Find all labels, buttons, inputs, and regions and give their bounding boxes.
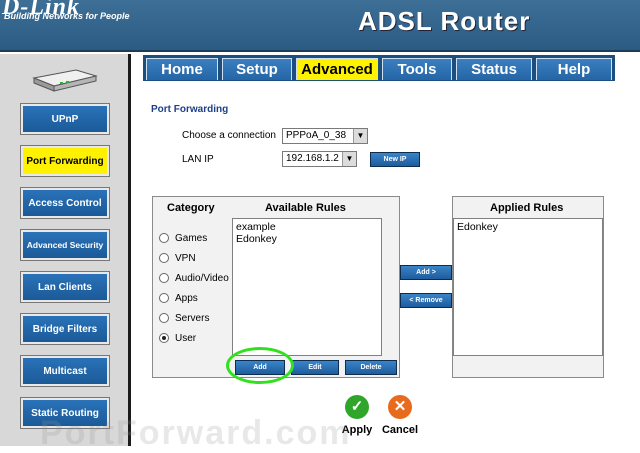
section-title: Port Forwarding (151, 104, 229, 115)
applied-rules-list[interactable]: Edonkey (453, 218, 603, 356)
tab-home[interactable]: Home (146, 58, 218, 80)
edit-rule-button[interactable]: Edit (291, 360, 339, 375)
chevron-down-icon: ▼ (353, 129, 367, 143)
watermark: PortForward.com (40, 414, 352, 452)
tab-status[interactable]: Status (456, 58, 532, 80)
tab-tools[interactable]: Tools (382, 58, 452, 80)
tab-setup[interactable]: Setup (222, 58, 292, 80)
sidebar-item-upnp[interactable]: UPnP (20, 103, 110, 135)
category-label: VPN (175, 252, 196, 264)
available-rules-header: Available Rules (265, 202, 346, 214)
delete-rule-button[interactable]: Delete (345, 360, 397, 375)
tab-advanced[interactable]: Advanced (296, 58, 378, 80)
sidebar-item-port-forwarding[interactable]: Port Forwarding (20, 145, 110, 177)
lan-ip-select[interactable]: 192.168.1.2 ▼ (282, 151, 357, 167)
lan-ip-select-value: 192.168.1.2 (286, 153, 339, 164)
sidebar-item-advanced-security[interactable]: Advanced Security (20, 229, 110, 261)
category-label: Apps (175, 292, 198, 304)
available-rules-list[interactable]: example Edonkey (232, 218, 382, 356)
tab-help[interactable]: Help (536, 58, 612, 80)
highlight-ring (226, 347, 294, 384)
category-header: Category (167, 202, 215, 214)
connection-select-value: PPPoA_0_38 (286, 130, 347, 141)
category-apps[interactable]: Apps (159, 291, 198, 305)
connection-label: Choose a connection (182, 130, 276, 141)
cancel-label: Cancel (381, 424, 419, 436)
chevron-down-icon: ▼ (342, 152, 356, 166)
connection-select[interactable]: PPPoA_0_38 ▼ (282, 128, 368, 144)
remove-from-applied-button[interactable]: < Remove (400, 293, 452, 308)
sidebar-item-bridge-filters[interactable]: Bridge Filters (20, 313, 110, 345)
add-to-applied-button[interactable]: Add > (400, 265, 452, 280)
header-bar: D-Link Building Networks for People ADSL… (0, 0, 640, 52)
category-label: Audio/Video (175, 272, 229, 284)
cancel-button[interactable]: ✕ Cancel (380, 395, 420, 436)
sidebar-divider (128, 54, 131, 446)
brand-tagline: Building Networks for People (4, 11, 130, 21)
page-title: ADSL Router (358, 6, 531, 36)
radio-button[interactable] (159, 273, 169, 283)
sidebar: UPnP Port Forwarding Access Control Adva… (0, 54, 128, 446)
list-item[interactable]: Edonkey (236, 233, 378, 245)
category-servers[interactable]: Servers (159, 311, 209, 325)
list-item[interactable]: example (236, 221, 378, 233)
radio-button-selected[interactable] (159, 333, 169, 343)
radio-button[interactable] (159, 313, 169, 323)
top-tab-bar: Home Setup Advanced Tools Status Help (143, 55, 615, 81)
category-label: Games (175, 232, 208, 244)
cancel-x-icon: ✕ (388, 395, 412, 419)
category-vpn[interactable]: VPN (159, 251, 196, 265)
sidebar-item-multicast[interactable]: Multicast (20, 355, 110, 387)
router-device-icon (32, 69, 98, 92)
radio-button[interactable] (159, 253, 169, 263)
category-label: User (175, 332, 197, 344)
new-ip-button[interactable]: New IP (370, 152, 420, 167)
lan-ip-label: LAN IP (182, 154, 214, 165)
category-user[interactable]: User (159, 331, 196, 345)
category-audio-video[interactable]: Audio/Video (159, 271, 229, 285)
sidebar-item-lan-clients[interactable]: Lan Clients (20, 271, 110, 303)
applied-rules-header: Applied Rules (490, 202, 564, 214)
sidebar-item-access-control[interactable]: Access Control (20, 187, 110, 219)
category-label: Servers (175, 312, 210, 324)
category-games[interactable]: Games (159, 231, 207, 245)
radio-button[interactable] (159, 233, 169, 243)
radio-button[interactable] (159, 293, 169, 303)
list-item[interactable]: Edonkey (457, 221, 599, 233)
